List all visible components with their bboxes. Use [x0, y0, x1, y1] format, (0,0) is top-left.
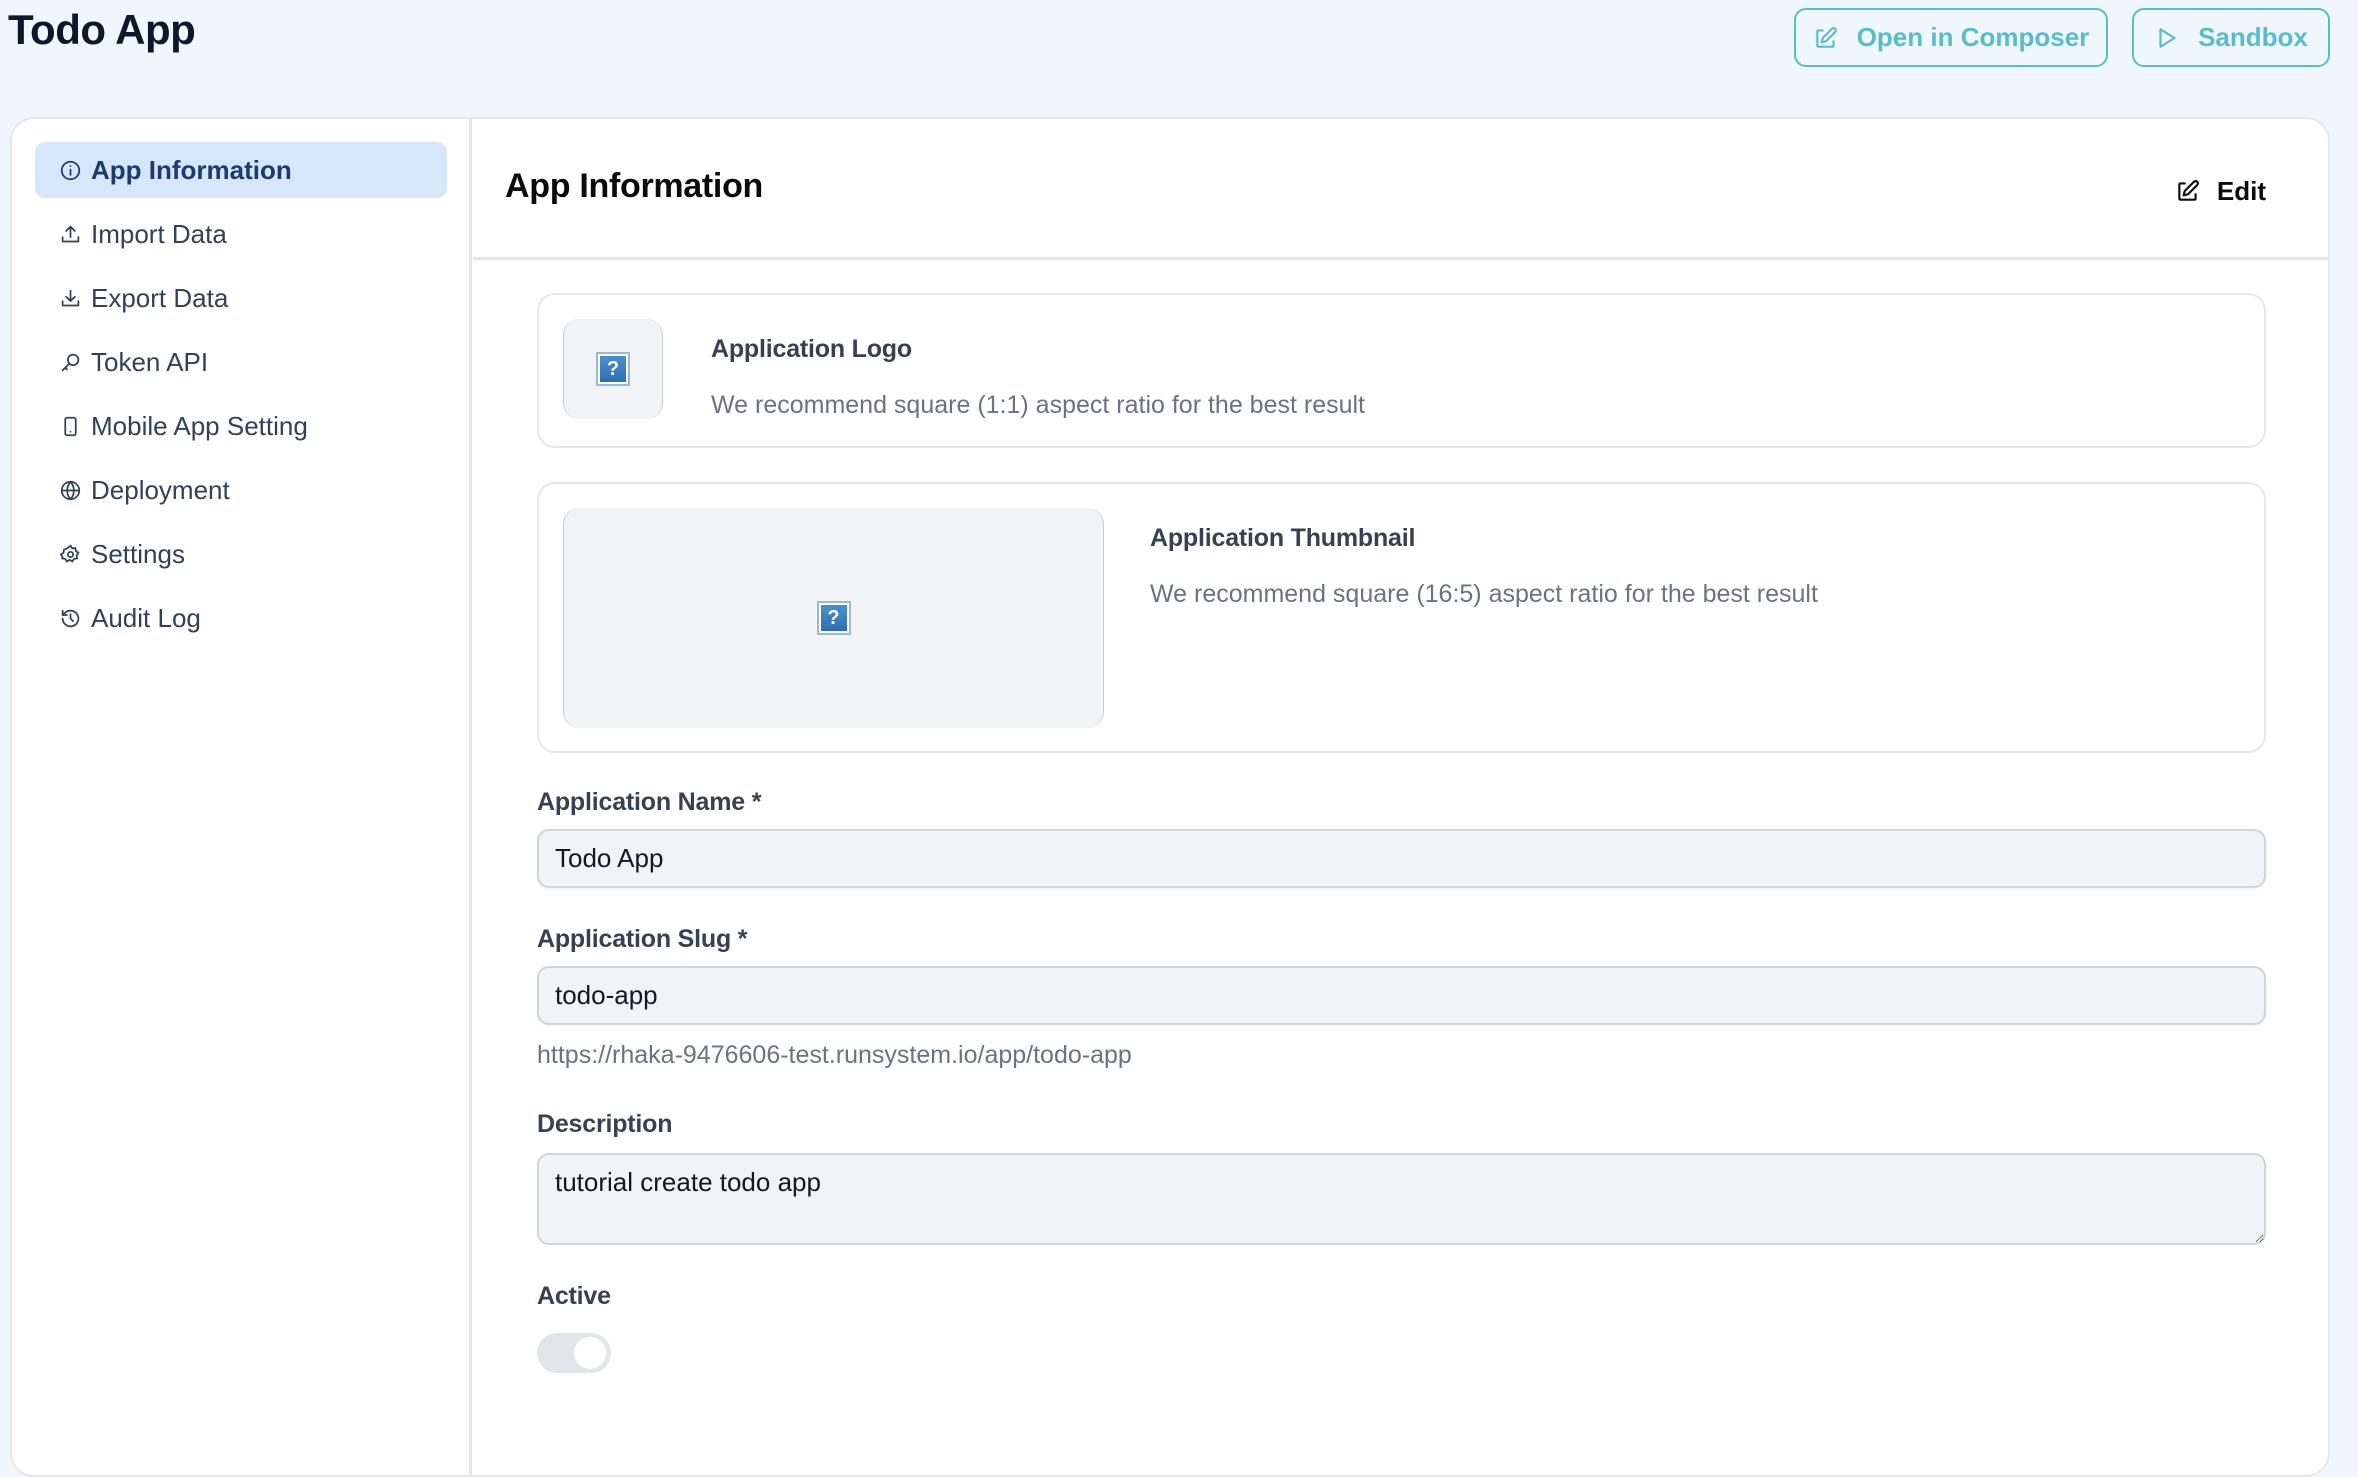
edit-icon: [2178, 180, 2199, 201]
sidebar-item-app-information[interactable]: App Information: [35, 142, 447, 198]
download-icon: [61, 289, 80, 306]
edit-icon: [1815, 26, 1837, 48]
broken-image-icon: ?: [816, 601, 851, 635]
section-title: App Information: [505, 167, 764, 205]
sidebar-item-label: Token API: [91, 346, 209, 377]
edit-label: Edit: [2216, 175, 2266, 206]
toggle-knob: [574, 1337, 606, 1369]
globe-icon: [60, 480, 81, 500]
sidebar-item-label: Import Data: [91, 218, 227, 249]
sidebar-item-label: Export Data: [91, 282, 229, 313]
logo-title: Application Logo: [711, 335, 912, 363]
active-field-group: Active: [537, 1281, 2266, 1373]
application-name-input[interactable]: [537, 829, 2266, 888]
sidebar-item-mobile-app-setting[interactable]: Mobile App Setting: [35, 398, 447, 454]
page-title: Todo App: [8, 6, 196, 53]
app-info-form: ? Application Logo We recommend square (…: [537, 293, 2266, 1373]
main-content: App Information Edit ? Application Logo …: [473, 119, 2328, 1475]
play-icon: [2159, 27, 2176, 48]
thumbnail-title: Application Thumbnail: [1150, 524, 1416, 552]
application-logo-card: ? Application Logo We recommend square (…: [537, 293, 2266, 448]
key-icon: [61, 353, 80, 371]
sidebar-item-deployment[interactable]: Deployment: [35, 462, 447, 518]
sidebar-item-label: App Information: [91, 154, 292, 185]
sidebar-item-audit-log[interactable]: Audit Log: [35, 590, 447, 646]
sidebar-item-settings[interactable]: Settings: [35, 526, 447, 582]
active-label: Active: [537, 1282, 611, 1310]
mobile-icon: [64, 416, 77, 436]
sidebar-item-label: Audit Log: [91, 602, 201, 633]
description-label: Description: [537, 1110, 673, 1138]
application-slug-label: Application Slug *: [537, 925, 748, 953]
info-circle-icon: [60, 160, 81, 180]
edit-button[interactable]: Edit: [2175, 171, 2266, 211]
sidebar-item-import-data[interactable]: Import Data: [35, 206, 447, 262]
broken-image-icon: ?: [596, 352, 630, 386]
description-field-group: Description tutorial create todo app: [537, 1109, 2266, 1245]
sidebar-item-label: Deployment: [91, 474, 230, 505]
sidebar-item-export-data[interactable]: Export Data: [35, 270, 447, 326]
history-icon: [61, 609, 80, 627]
sandbox-label: Sandbox: [2198, 22, 2308, 52]
open-in-composer-label: Open in Composer: [1856, 22, 2090, 52]
thumbnail-hint: We recommend square (16:5) aspect ratio …: [1150, 580, 1818, 608]
slug-field-group: Application Slug * https://rhaka-9476606…: [537, 924, 2266, 1071]
description-textarea[interactable]: tutorial create todo app: [537, 1153, 2266, 1245]
sidebar-item-label: Mobile App Setting: [91, 410, 308, 441]
name-field-group: Application Name *: [537, 787, 2266, 888]
section-header: App Information Edit: [473, 119, 2328, 260]
logo-upload-area[interactable]: ?: [563, 319, 663, 419]
sidebar-item-token-api[interactable]: Token API: [35, 334, 447, 390]
sidebar: App Information Import Data Export Data …: [12, 119, 472, 1475]
application-slug-input[interactable]: [537, 966, 2266, 1025]
application-thumbnail-card: ? Application Thumbnail We recommend squ…: [537, 482, 2266, 753]
gear-icon: [60, 543, 80, 563]
sidebar-item-label: Settings: [91, 538, 185, 569]
settings-panel: App Information Import Data Export Data …: [10, 117, 2330, 1477]
upload-icon: [61, 225, 80, 242]
sandbox-button[interactable]: Sandbox: [2132, 8, 2330, 67]
slug-url-preview: https://rhaka-9476606-test.runsystem.io/…: [537, 1041, 1132, 1069]
thumbnail-upload-area[interactable]: ?: [563, 508, 1104, 728]
active-toggle[interactable]: [537, 1333, 611, 1373]
logo-hint: We recommend square (1:1) aspect ratio f…: [711, 391, 1366, 419]
application-name-label: Application Name *: [537, 788, 762, 816]
open-in-composer-button[interactable]: Open in Composer: [1794, 8, 2108, 67]
sidebar-nav: App Information Import Data Export Data …: [35, 142, 447, 654]
